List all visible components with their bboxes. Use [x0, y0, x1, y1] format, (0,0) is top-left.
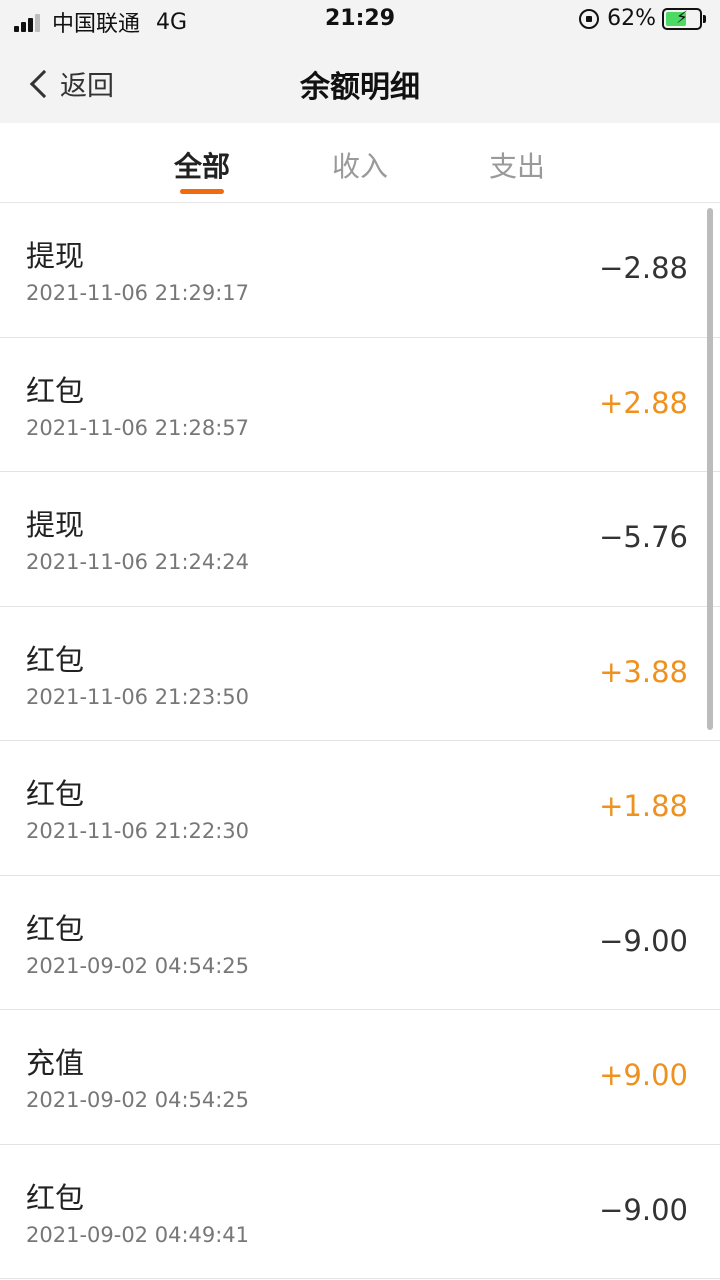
- transaction-list: 提现 2021-11-06 21:29:17 −2.88 红包 2021-11-…: [0, 203, 720, 1279]
- chevron-left-icon: [29, 69, 59, 98]
- orientation-lock-icon: [579, 8, 600, 29]
- transaction-row[interactable]: 红包 2021-09-02 04:49:41 −9.00: [0, 1144, 720, 1279]
- tab-all[interactable]: 全部: [152, 145, 252, 194]
- tab-expense[interactable]: 支出: [467, 145, 567, 185]
- charging-bolt-icon: ⚡: [676, 7, 688, 28]
- tab-bar: 全部 收入 支出: [0, 123, 720, 203]
- transaction-amount: −5.76: [599, 520, 688, 554]
- scrollbar[interactable]: [707, 208, 713, 730]
- nav-bar: 返回 余额明细: [0, 40, 720, 123]
- transaction-row[interactable]: 红包 2021-09-02 04:54:25 −9.00: [0, 875, 720, 1010]
- battery-icon: ⚡: [662, 7, 706, 30]
- tab-active-indicator: [180, 189, 224, 194]
- transaction-amount: −9.00: [599, 1192, 688, 1227]
- transaction-title: 提现: [26, 239, 85, 273]
- tab-all-label: 全部: [173, 150, 230, 183]
- transaction-time: 2021-11-06 21:24:24: [26, 550, 250, 574]
- transaction-amount: +1.88: [599, 789, 688, 823]
- transaction-title: 红包: [26, 1180, 85, 1215]
- transaction-title: 提现: [26, 508, 85, 542]
- transaction-row[interactable]: 红包 2021-11-06 21:22:30 +1.88: [0, 741, 720, 876]
- transaction-amount: +9.00: [599, 1058, 688, 1092]
- back-label: 返回: [60, 71, 114, 102]
- transaction-title: 红包: [26, 911, 85, 946]
- status-bar: 中国联通 4G 21:29 62% ⚡: [0, 0, 720, 40]
- transaction-row[interactable]: 红包 2021-11-06 21:23:50 +3.88: [0, 606, 720, 741]
- transaction-time: 2021-11-06 21:23:50: [26, 684, 250, 709]
- tab-income[interactable]: 收入: [310, 145, 410, 185]
- transaction-title: 红包: [26, 777, 85, 811]
- status-right: 62% ⚡: [579, 6, 706, 31]
- tab-income-label: 收入: [331, 150, 388, 183]
- transaction-amount: −2.88: [599, 251, 688, 285]
- transaction-amount: +2.88: [599, 385, 688, 420]
- transaction-time: 2021-11-06 21:22:30: [26, 819, 250, 843]
- transaction-amount: −9.00: [599, 923, 688, 958]
- back-button[interactable]: 返回: [26, 64, 114, 103]
- transaction-time: 2021-11-06 21:29:17: [26, 281, 250, 305]
- tab-expense-label: 支出: [488, 150, 545, 183]
- transaction-time: 2021-11-06 21:28:57: [26, 415, 250, 440]
- transaction-title: 红包: [26, 642, 85, 677]
- transaction-row[interactable]: 充值 2021-09-02 04:54:25 +9.00: [0, 1010, 720, 1145]
- transaction-time: 2021-09-02 04:54:25: [26, 1088, 250, 1112]
- transaction-time: 2021-09-02 04:49:41: [26, 1222, 250, 1247]
- transaction-title: 红包: [26, 373, 85, 408]
- transaction-amount: +3.88: [599, 654, 688, 689]
- transaction-row[interactable]: 提现 2021-11-06 21:29:17 −2.88: [0, 203, 720, 338]
- transaction-time: 2021-09-02 04:54:25: [26, 953, 250, 978]
- battery-percent: 62%: [607, 6, 656, 31]
- transaction-row[interactable]: 红包 2021-11-06 21:28:57 +2.88: [0, 337, 720, 472]
- transaction-title: 充值: [26, 1046, 85, 1080]
- transaction-row[interactable]: 提现 2021-11-06 21:24:24 −5.76: [0, 472, 720, 607]
